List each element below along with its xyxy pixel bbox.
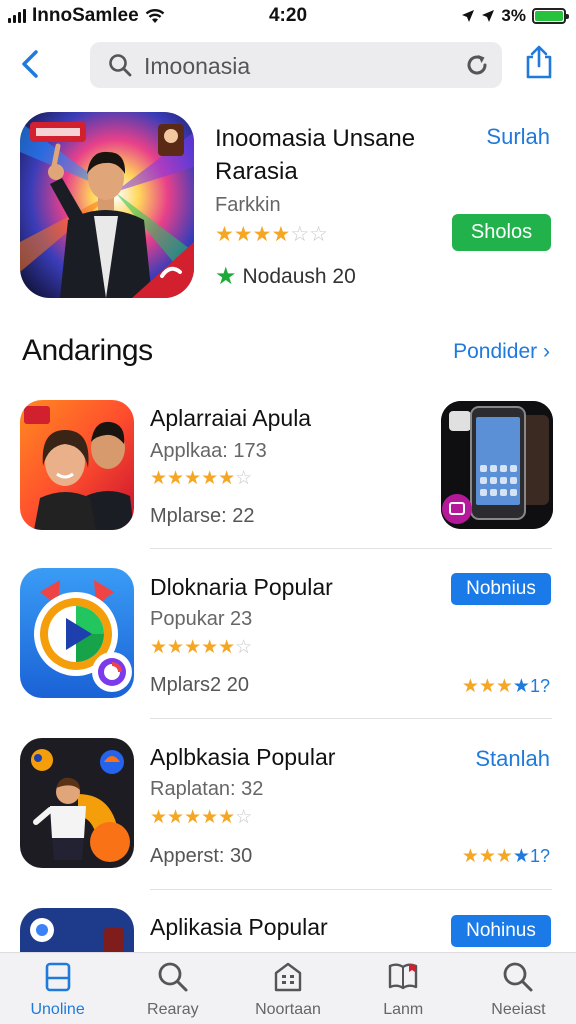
app-icon[interactable] [20,568,134,698]
app-title[interactable]: Aplarraiai Apula [150,405,311,432]
app-meta: Mplarse: 22 [150,505,255,527]
app-side-rating: ★★★★1? [461,846,550,867]
app-title[interactable]: Aplbkasia Popular [150,744,335,771]
featured-app-icon[interactable] [20,112,194,298]
section-see-all-link[interactable]: Pondider › [453,340,550,364]
featured-rating-stars: ★★★★☆☆ [215,223,328,246]
featured-app-developer: Farkkin [215,194,281,216]
tab-label: Unoline [30,1001,85,1018]
app-meta: Apperst: 30 [150,845,253,867]
phone-thumbnail[interactable] [441,401,553,529]
location-arrow-icon [482,10,495,22]
tab-label: Noortaan [255,1001,321,1018]
square-icon [45,962,70,992]
status-bar: InnoSamlee 4:20 3% [0,0,576,34]
app-title[interactable]: Aplikasia Popular [150,914,328,941]
divider [150,889,552,890]
battery-percent: 3% [501,6,526,25]
tab-label: Rearay [147,1001,199,1018]
app-icon[interactable] [20,400,134,530]
app-rating-stars: ★★★★★☆ [150,468,253,489]
divider [150,548,552,549]
featured-award: ★ Nodaush 20 [215,262,356,291]
app-side-rating-count: 1? [529,846,550,866]
app-subtitle: Popukar 23 [150,608,253,630]
app-side-rating: ★★★★1? [461,676,550,697]
nav-bar: Imoonasia [0,42,576,88]
app-get-button[interactable]: Nobnius [451,573,551,605]
featured-app-title[interactable]: Inoomasia Unsane Rarasia [215,122,445,188]
reload-icon[interactable] [464,52,490,78]
app-open-link[interactable]: Stanlah [475,746,550,772]
section-link-label: Pondider [453,340,538,363]
share-icon[interactable] [524,44,554,80]
app-rating-stars: ★★★★★☆ [150,637,253,658]
divider [150,718,552,719]
featured-link[interactable]: Surlah [486,124,550,150]
featured-get-button[interactable]: Sholos [452,214,551,251]
app-subtitle: Applkaa: 173 [150,440,267,462]
battery-icon [532,8,569,24]
chevron-right-icon: › [543,340,550,363]
tab-label: Neeiast [491,1001,546,1018]
search-input[interactable]: Imoonasia [144,53,250,80]
search-icon [504,962,533,992]
tab-label: Lanm [383,1001,424,1018]
search-icon [109,54,132,77]
search-bar[interactable]: Imoonasia [90,42,502,88]
app-side-rating-count: 1? [529,676,550,696]
tab-bar: Unoline Rearay Noortaan Lanm Neeiast [0,952,576,1024]
featured-award-text: Nodaush 20 [242,264,356,288]
tab-search[interactable]: Rearay [115,953,230,1024]
app-subtitle: Raplatan: 32 [150,778,264,800]
location-arrow-icon [462,10,475,22]
app-icon[interactable] [20,738,134,868]
book-icon [389,963,418,990]
search-icon [158,962,188,992]
section-title: Andarings [22,334,153,367]
app-title[interactable]: Dloknaria Popular [150,574,333,601]
building-icon [274,962,302,992]
tab-library[interactable]: Lanm [346,953,461,1024]
tab-apps[interactable]: Noortaan [230,953,345,1024]
tab-today[interactable]: Unoline [0,953,115,1024]
chevron-left-icon[interactable] [16,48,46,80]
tab-search-alt[interactable]: Neeiast [461,953,576,1024]
app-meta: Mplars2 20 [150,674,249,696]
star-icon: ★ [215,263,237,290]
app-get-button[interactable]: Nohinus [451,915,551,947]
app-rating-stars: ★★★★★☆ [150,807,253,828]
